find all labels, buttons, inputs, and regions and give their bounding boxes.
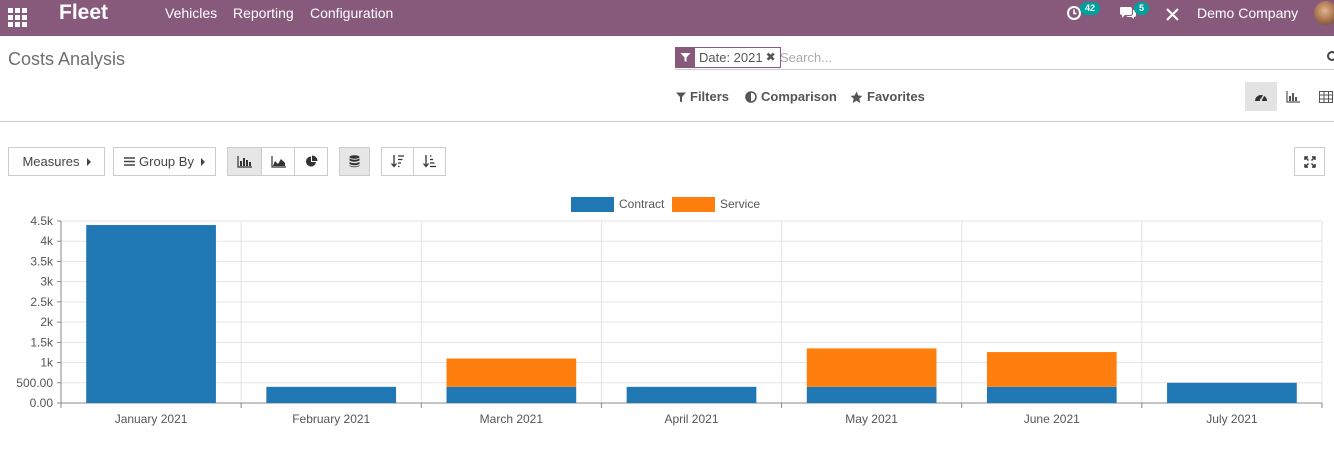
favorites-label: Favorites [867, 89, 925, 104]
y-tick-label: 500.00 [16, 376, 53, 390]
sort-ascending-icon [422, 155, 436, 168]
menu-configuration[interactable]: Configuration [310, 0, 393, 26]
sort-descending-button[interactable] [381, 147, 414, 176]
bar-service [806, 348, 937, 387]
y-tick-label: 0.00 [30, 396, 54, 410]
top-navbar: Fleet Vehicles Reporting Configuration 4… [0, 0, 1334, 36]
apps-menu-icon[interactable] [7, 6, 27, 27]
search-bar: Date: 2021 ✖ [675, 46, 1334, 70]
user-avatar[interactable] [1314, 1, 1334, 25]
dashboard-view-icon [1255, 94, 1267, 102]
group-by-button[interactable]: Group By [113, 147, 216, 176]
activity-menu[interactable]: 42 [1066, 2, 1101, 24]
bar-chart-icon [237, 155, 252, 168]
messages-badge: 5 [1134, 2, 1150, 15]
filters-dropdown-button[interactable]: Filters [676, 88, 729, 106]
company-switcher[interactable]: Demo Company [1197, 0, 1298, 26]
funnel-icon [676, 92, 686, 102]
bar-contract [626, 386, 757, 403]
legend-label-service: Service [720, 197, 760, 211]
dashboard-view-button[interactable] [1245, 82, 1277, 111]
control-panel-divider [0, 121, 1334, 122]
database-stack-icon [349, 155, 360, 168]
x-tick-label: February 2021 [292, 412, 370, 426]
facet-value: Date: 2021 [699, 50, 763, 65]
y-tick-label: 1.5k [30, 335, 54, 349]
legend-swatch-contract [571, 197, 614, 212]
star-icon [850, 91, 863, 103]
bar-service [446, 358, 577, 387]
messaging-menu[interactable]: 5 [1119, 2, 1151, 24]
group-by-label: Group By [139, 154, 194, 169]
x-tick-label: July 2021 [1206, 412, 1258, 426]
x-tick-label: April 2021 [664, 412, 718, 426]
search-icon[interactable] [1327, 51, 1334, 61]
pie-chart-icon [305, 155, 317, 167]
x-tick-label: June 2021 [1024, 412, 1080, 426]
pivot-view-icon [1319, 90, 1333, 103]
pie-chart-button[interactable] [294, 147, 328, 176]
stacked-toggle-button[interactable] [339, 147, 370, 176]
caret-right-icon [86, 157, 91, 166]
y-tick-label: 2.5k [30, 295, 54, 309]
y-tick-label: 2k [40, 315, 54, 329]
area-chart-icon [270, 155, 286, 168]
debug-tools-menu[interactable] [1165, 2, 1181, 24]
favorites-dropdown-button[interactable]: Favorites [850, 88, 925, 106]
tools-icon [1166, 8, 1179, 21]
bar-contract [446, 386, 577, 403]
fullscreen-button[interactable] [1294, 147, 1325, 176]
graph-view-icon [1286, 90, 1300, 103]
menu-reporting[interactable]: Reporting [233, 0, 294, 26]
bar-contract [266, 386, 397, 403]
bar-service [986, 352, 1117, 387]
search-facet[interactable]: Date: 2021 ✖ [675, 47, 781, 68]
y-tick-label: 3.5k [30, 254, 54, 268]
caret-right-icon [200, 157, 205, 166]
search-input[interactable] [780, 47, 1320, 67]
sort-ascending-button[interactable] [413, 147, 446, 176]
bar-contract [986, 386, 1117, 403]
y-tick-label: 3k [40, 275, 54, 289]
expand-icon [1303, 155, 1316, 168]
filter-facet-icon [676, 48, 695, 67]
graph-view-button[interactable] [1277, 82, 1309, 111]
y-tick-label: 4.5k [30, 214, 54, 228]
y-tick-label: 4k [40, 234, 54, 248]
y-tick-label: 1k [40, 356, 54, 370]
bars-icon [124, 157, 136, 166]
comparison-dropdown-button[interactable]: Comparison [745, 88, 837, 106]
sort-descending-icon [390, 155, 404, 168]
measures-button[interactable]: Measures [8, 147, 105, 176]
app-brand[interactable]: Fleet [59, 1, 108, 25]
bar-contract [1167, 382, 1297, 403]
bar-contract [806, 386, 937, 403]
x-tick-label: January 2021 [115, 412, 188, 426]
bar-chart-button[interactable] [227, 147, 262, 176]
line-chart-button[interactable] [261, 147, 295, 176]
measures-label: Measures [22, 154, 80, 169]
bar-contract [86, 225, 216, 403]
legend-swatch-service [672, 197, 715, 212]
breadcrumb-title: Costs Analysis [8, 49, 126, 69]
x-tick-label: May 2021 [845, 412, 898, 426]
x-tick-label: March 2021 [480, 412, 544, 426]
comparison-label: Comparison [761, 89, 837, 104]
adjust-icon [745, 91, 757, 103]
facet-remove-icon[interactable]: ✖ [766, 48, 780, 67]
legend-label-contract: Contract [619, 197, 665, 211]
pivot-view-button[interactable] [1310, 82, 1334, 111]
costs-bar-chart: 0.00 500.00 1k 1.5k 2k 2.5k 3k 3.5k 4k 4.5k Januar… [16, 197, 1323, 426]
menu-vehicles[interactable]: Vehicles [165, 0, 217, 26]
filters-label: Filters [690, 89, 730, 104]
activity-badge: 42 [1080, 2, 1101, 15]
